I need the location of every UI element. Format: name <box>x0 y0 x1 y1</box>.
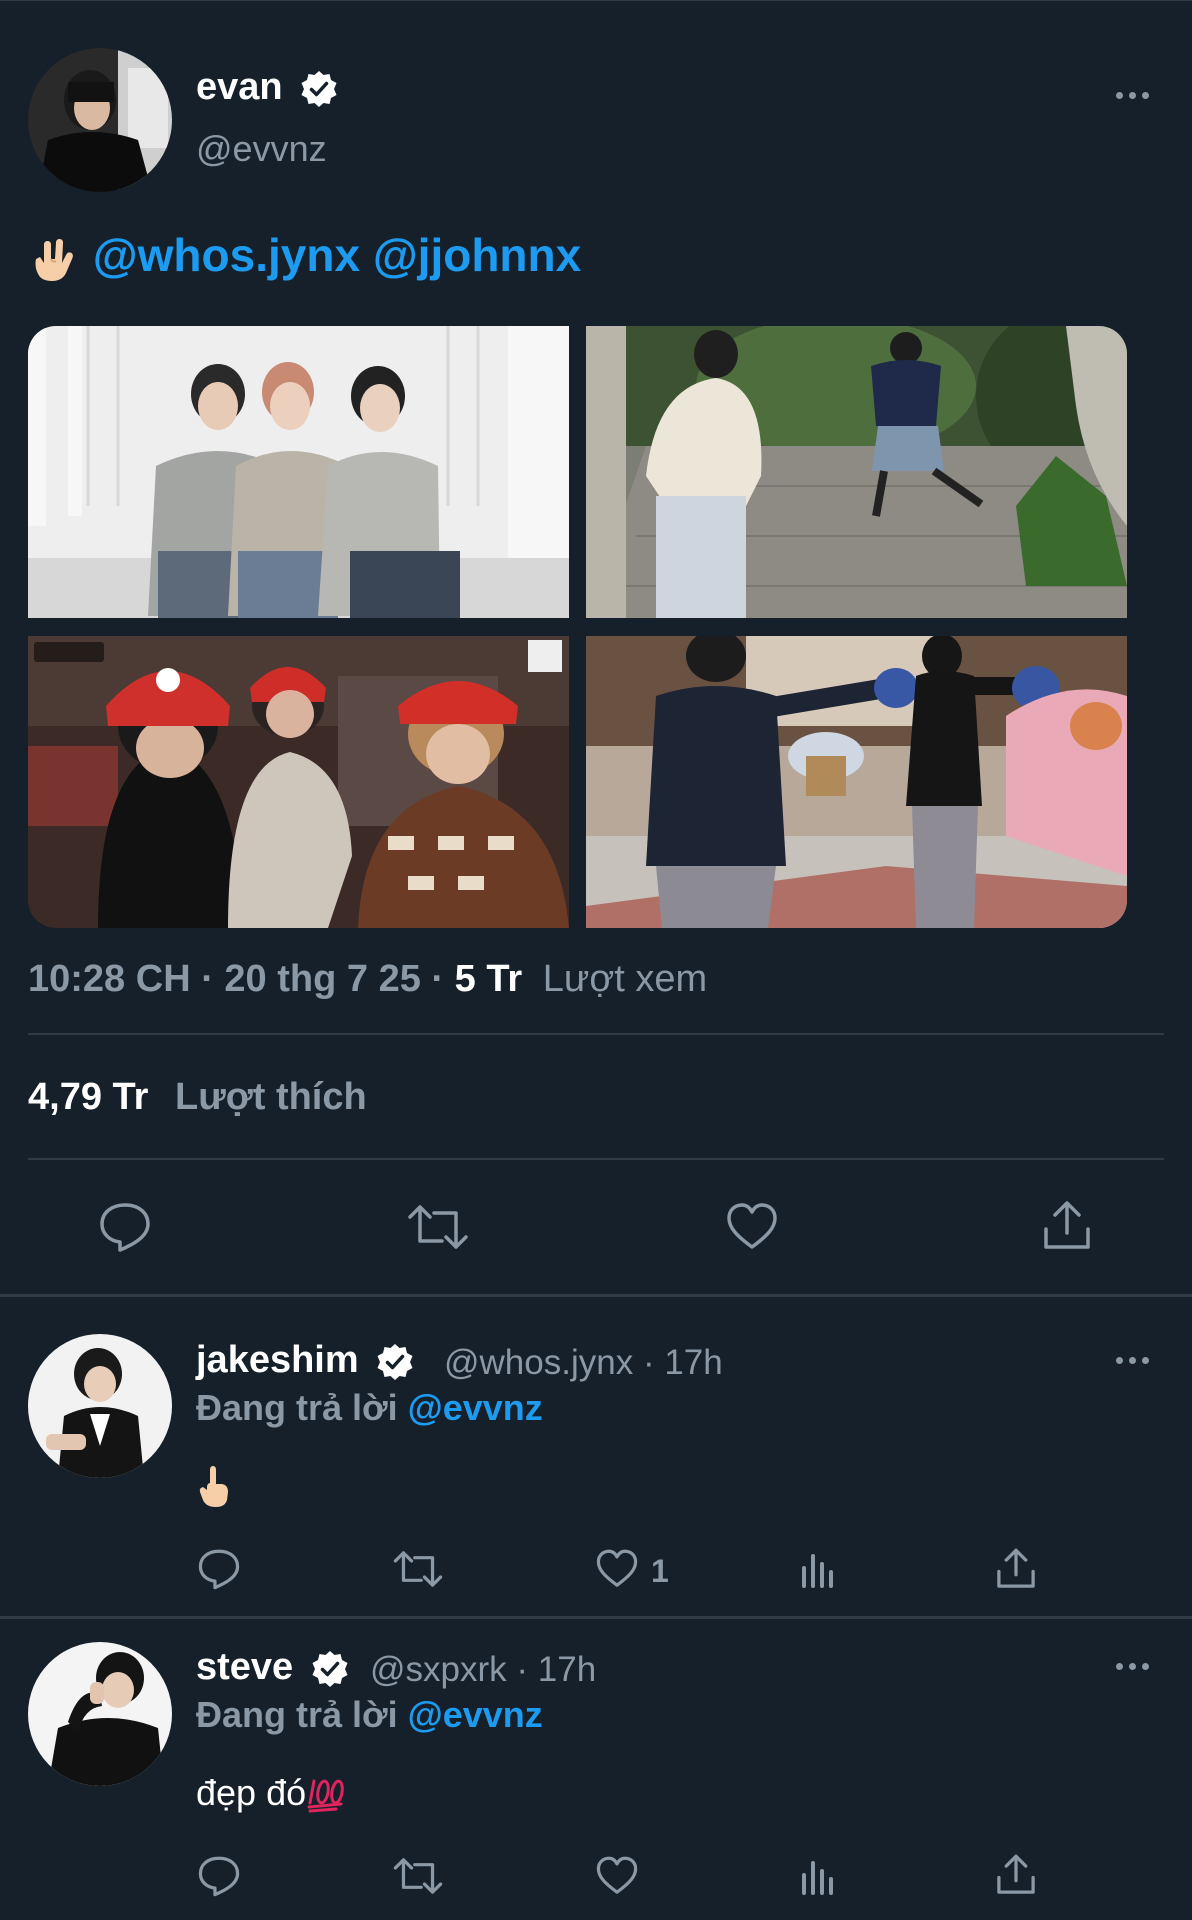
retweet-icon[interactable] <box>392 1855 444 1897</box>
replying-to-mention[interactable]: @evvnz <box>408 1387 543 1428</box>
more-options-icon[interactable] <box>1114 89 1154 101</box>
reply-handle-text[interactable]: @sxpxrk <box>370 1650 507 1689</box>
media-photo-1[interactable] <box>28 326 569 618</box>
like-count: 1 <box>651 1553 669 1589</box>
media-photo-2[interactable] <box>586 326 1127 618</box>
views-label: Lượt xem <box>542 958 708 1000</box>
divider <box>28 1033 1164 1035</box>
reply-avatar[interactable] <box>28 1334 172 1478</box>
retweet-icon[interactable] <box>406 1201 470 1253</box>
author-name[interactable]: evan <box>196 66 339 109</box>
more-options-icon[interactable] <box>1114 1660 1154 1672</box>
views-analytics-icon[interactable] <box>798 1857 838 1897</box>
reply-author-name[interactable]: steve <box>196 1646 350 1689</box>
handle-separator: · <box>642 1343 655 1382</box>
reply-author-name[interactable]: jakeshim <box>196 1339 415 1382</box>
rock-on-hand-icon <box>35 238 73 281</box>
verified-badge-icon <box>301 70 337 107</box>
reply-icon[interactable] <box>197 1855 241 1897</box>
reply-text: đẹp đó <box>196 1772 346 1814</box>
replying-prefix: Đang trả lời <box>196 1694 398 1735</box>
likes-summary[interactable]: 4,79 Tr Lượt thích <box>28 1076 367 1119</box>
media-photo-3[interactable] <box>28 636 569 928</box>
reply-time[interactable]: 17h <box>538 1650 596 1689</box>
like-icon[interactable] <box>595 1855 639 1897</box>
section-separator <box>0 1616 1192 1619</box>
handle-separator: · <box>516 1650 529 1689</box>
reply-author-handle: @sxpxrk · 17h <box>370 1650 596 1690</box>
reply-text <box>196 1464 232 1508</box>
media-grid <box>28 326 1127 928</box>
replying-to: Đang trả lời @evvnz <box>196 1387 543 1429</box>
reply-icon[interactable] <box>197 1548 241 1590</box>
tweet-text: @whos.jynx @jjohnnx <box>28 228 581 285</box>
reply-author-handle: @whos.jynx · 17h <box>444 1343 723 1383</box>
mention-link-1[interactable]: @whos.jynx <box>93 229 360 281</box>
share-icon[interactable] <box>994 1853 1038 1897</box>
likes-label: Lượt thích <box>174 1076 367 1118</box>
more-options-icon[interactable] <box>1114 1354 1154 1366</box>
share-icon[interactable] <box>994 1547 1038 1591</box>
reply-avatar[interactable] <box>28 1642 172 1786</box>
meta-separator: · <box>431 958 445 1000</box>
reply-handle-text[interactable]: @whos.jynx <box>444 1343 633 1382</box>
media-photo-4[interactable] <box>586 636 1127 928</box>
views-count: 5 Tr <box>454 958 523 1000</box>
share-icon[interactable] <box>1040 1199 1094 1253</box>
views-analytics-icon[interactable] <box>798 1550 838 1590</box>
meta-separator: · <box>201 958 214 1000</box>
replying-prefix: Đang trả lời <box>196 1387 398 1428</box>
like-icon[interactable] <box>725 1201 779 1253</box>
author-avatar[interactable] <box>28 48 172 192</box>
reply-author-name-text: steve <box>196 1646 294 1688</box>
like-icon[interactable] <box>595 1548 639 1590</box>
author-name-text: evan <box>196 66 283 108</box>
tweet-date[interactable]: 20 thg 7 25 <box>224 958 420 1000</box>
tweet-time[interactable]: 10:28 CH <box>28 958 191 1000</box>
reply-text-content: đẹp đó <box>196 1772 307 1813</box>
reply-time[interactable]: 17h <box>664 1343 722 1382</box>
mention-link-2[interactable]: @jjohnnx <box>373 229 581 281</box>
verified-badge-icon <box>312 1650 348 1687</box>
verified-badge-icon <box>377 1343 413 1380</box>
divider <box>28 1158 1164 1160</box>
author-handle[interactable]: @evvnz <box>196 128 327 170</box>
main-tweet: evan @evvnz @whos.jynx @jjohnnx 10:28 CH… <box>0 0 1192 1294</box>
replying-to-mention[interactable]: @evvnz <box>408 1694 543 1735</box>
section-separator <box>0 1294 1192 1297</box>
retweet-icon[interactable] <box>392 1548 444 1590</box>
pointing-up-hand-icon <box>199 1466 228 1508</box>
replying-to: Đang trả lời @evvnz <box>196 1694 543 1736</box>
reply-author-name-text: jakeshim <box>196 1339 359 1381</box>
likes-count: 4,79 Tr <box>28 1076 149 1118</box>
tweet-meta: 10:28 CH · 20 thg 7 25 · 5 Tr Lượt xem <box>28 958 707 1001</box>
hundred-points-icon <box>307 1779 344 1813</box>
reply-icon[interactable] <box>98 1201 152 1253</box>
